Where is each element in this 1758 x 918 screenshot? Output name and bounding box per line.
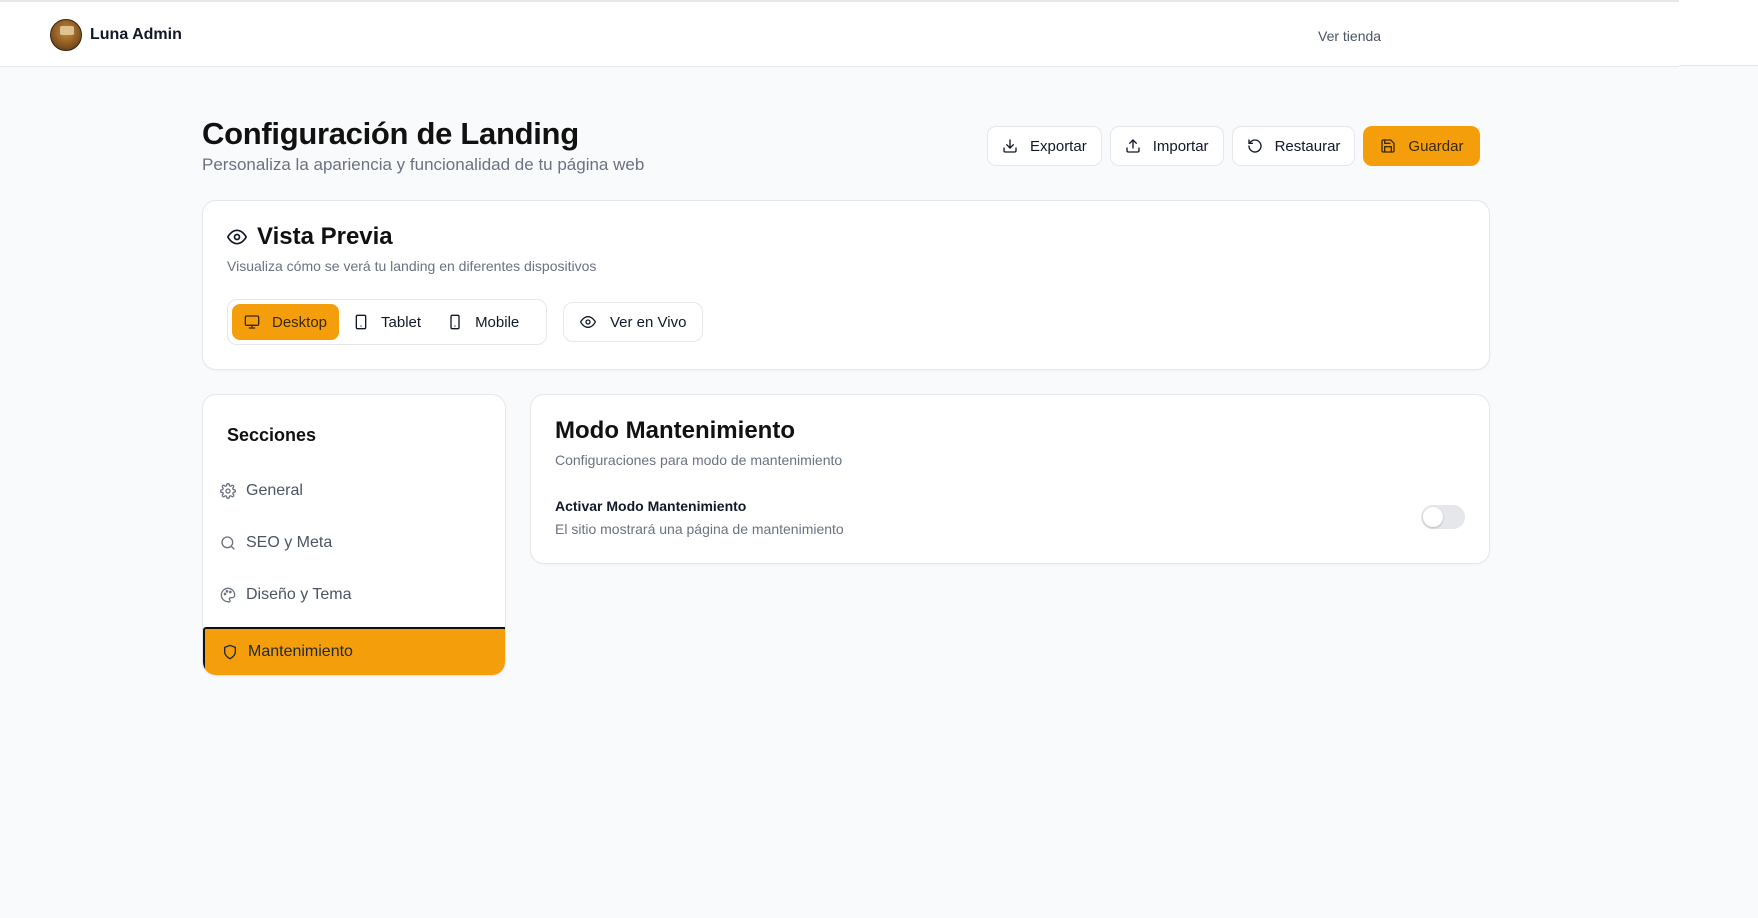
brand[interactable]: Luna Admin [50, 19, 182, 51]
export-button-label: Exportar [1030, 137, 1087, 155]
download-icon [1003, 139, 1017, 153]
view-store-link[interactable]: Ver tienda [1318, 28, 1381, 44]
save-button[interactable]: Guardar [1363, 126, 1481, 166]
device-desktop-label: Desktop [272, 313, 328, 331]
device-selector: Desktop Tablet Mobile [227, 299, 547, 345]
eye-icon [580, 315, 596, 329]
tablet-icon [355, 314, 367, 330]
save-button-label: Guardar [1408, 137, 1464, 155]
smartphone-icon [450, 314, 460, 330]
sections-card: Secciones General SEO y Meta Diseño y Te… [202, 394, 506, 676]
preview-description: Visualiza cómo se verá tu landing en dif… [227, 258, 597, 274]
restore-button-label: Restaurar [1274, 137, 1341, 155]
restore-button[interactable]: Restaurar [1231, 126, 1356, 166]
brand-avatar [50, 19, 82, 51]
device-tablet-label: Tablet [381, 313, 422, 331]
shield-icon [224, 644, 236, 660]
sidebar-item-maintenance-label: Mantenimiento [248, 643, 353, 660]
device-desktop-button[interactable]: Desktop [232, 304, 340, 340]
view-live-button[interactable]: Ver en Vivo [563, 302, 704, 342]
monitor-icon [244, 315, 260, 329]
sidebar-item-seo-label: SEO y Meta [246, 534, 333, 551]
maintenance-card: Modo Mantenimiento Configuraciones para … [530, 394, 1490, 564]
toggle-knob [1423, 507, 1443, 527]
rotate-ccw-icon [1247, 139, 1262, 153]
maintenance-title: Modo Mantenimiento [555, 417, 795, 444]
maintenance-toggle-description: El sitio mostrará una página de mantenim… [555, 521, 844, 537]
preview-heading: Vista Previa [227, 223, 393, 251]
search-icon [221, 536, 235, 550]
sidebar-item-design[interactable]: Diseño y Tema [203, 570, 505, 620]
save-icon [1381, 139, 1396, 153]
maintenance-toggle-label: Activar Modo Mantenimiento [555, 498, 747, 514]
maintenance-toggle[interactable] [1421, 505, 1465, 529]
preview-title: Vista Previa [257, 223, 393, 250]
device-mobile-label: Mobile [475, 313, 520, 331]
upload-icon [1126, 139, 1140, 153]
sidebar-item-general-label: General [246, 482, 303, 499]
palette-icon [220, 587, 236, 603]
export-button[interactable]: Exportar [987, 126, 1102, 166]
import-button[interactable]: Importar [1109, 126, 1224, 166]
sidebar-item-maintenance[interactable]: Mantenimiento [203, 627, 505, 675]
import-button-label: Importar [1152, 137, 1209, 155]
sidebar-item-design-label: Diseño y Tema [246, 586, 352, 603]
device-tablet-button[interactable]: Tablet [341, 304, 433, 340]
top-bar: Luna Admin Ver tienda [0, 0, 1679, 67]
sidebar-item-seo[interactable]: SEO y Meta [203, 518, 505, 568]
preview-card: Vista Previa Visualiza cómo se verá tu l… [202, 200, 1490, 370]
top-bar-edge [1679, 0, 1758, 66]
page-title: Configuración de Landing [202, 116, 579, 151]
eye-icon [227, 229, 247, 245]
page-subtitle: Personaliza la apariencia y funcionalida… [202, 155, 645, 174]
gear-icon [220, 483, 236, 499]
view-live-label: Ver en Vivo [610, 313, 687, 331]
sidebar-item-general[interactable]: General [203, 466, 505, 516]
header-actions: Exportar Importar Restaurar Guardar [987, 126, 1481, 166]
brand-name: Luna Admin [90, 26, 182, 43]
device-mobile-button[interactable]: Mobile [435, 304, 531, 340]
maintenance-description: Configuraciones para modo de mantenimien… [555, 452, 843, 468]
sections-title: Secciones [227, 425, 317, 445]
